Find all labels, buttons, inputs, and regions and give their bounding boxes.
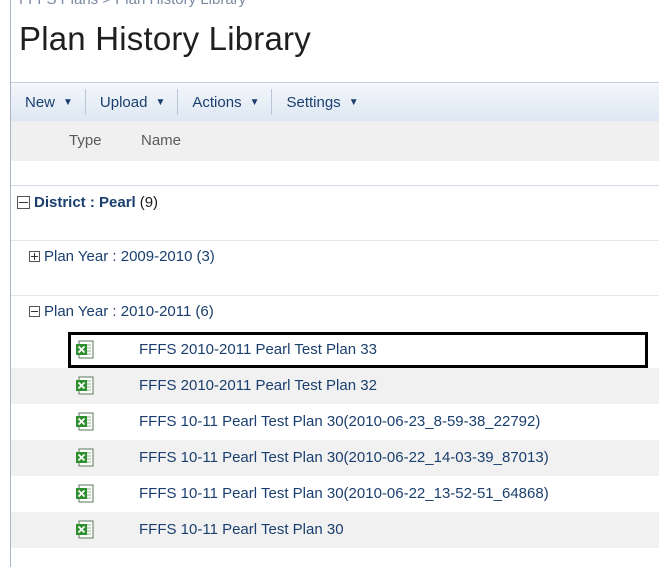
page-title: Plan History Library [19,20,311,57]
settings-button-label: Settings [286,93,341,111]
group-plan-year-2009-2010: Plan Year : 2009-2010 (3) [11,240,659,271]
column-header-name[interactable]: Name [141,132,181,149]
document-name-link[interactable]: FFFS 2010-2011 Pearl Test Plan 33 [139,341,377,358]
list-item[interactable]: FFFS 10-11 Pearl Test Plan 30 [11,512,659,548]
group-district: District : Pearl (9) [11,185,659,218]
group-district-label[interactable]: District : Pearl [34,194,136,211]
excel-file-icon[interactable] [75,376,95,396]
group-plan-year-count: (6) [195,302,214,320]
group-plan-year-label[interactable]: Plan Year : 2009-2010 [44,248,192,265]
list-item[interactable]: FFFS 10-11 Pearl Test Plan 30(2010-06-23… [11,404,659,440]
list-item[interactable]: FFFS 2010-2011 Pearl Test Plan 33 [11,332,659,368]
breadcrumb[interactable]: FFFS Plans > Plan History Library [19,0,246,8]
actions-menu-button[interactable]: Actions ▼ [178,83,271,121]
column-header-type[interactable]: Type [69,132,102,149]
list-item[interactable]: FFFS 10-11 Pearl Test Plan 30(2010-06-22… [11,476,659,512]
document-name-link[interactable]: FFFS 10-11 Pearl Test Plan 30(2010-06-22… [139,485,549,502]
group-plan-year-label[interactable]: Plan Year : 2010-2011 [44,303,191,320]
excel-file-icon[interactable] [75,340,95,360]
collapse-minus-icon[interactable] [29,305,40,317]
excel-file-icon[interactable] [75,448,95,468]
caret-down-icon: ▼ [249,96,260,108]
document-name-link[interactable]: FFFS 2010-2011 Pearl Test Plan 32 [139,377,377,394]
caret-down-icon: ▼ [348,96,359,108]
upload-button-label: Upload [99,93,148,111]
column-header-row: Type Name [11,121,659,161]
expand-plus-icon[interactable] [29,250,40,262]
upload-menu-button[interactable]: Upload ▼ [86,83,177,121]
group-district-count: (9) [139,193,159,211]
list-item[interactable]: FFFS 10-11 Pearl Test Plan 30(2010-06-22… [11,440,659,476]
group-plan-year-2010-2011: Plan Year : 2010-2011 (6) [11,295,659,326]
actions-button-label: Actions [192,93,242,111]
new-button-label: New [25,93,56,111]
document-name-link[interactable]: FFFS 10-11 Pearl Test Plan 30(2010-06-23… [139,413,540,430]
excel-file-icon[interactable] [75,520,95,540]
excel-file-icon[interactable] [75,412,95,432]
settings-menu-button[interactable]: Settings ▼ [272,83,370,121]
excel-file-icon[interactable] [75,484,95,504]
new-menu-button[interactable]: New ▼ [11,83,85,121]
list-item[interactable]: FFFS 2010-2011 Pearl Test Plan 32 [11,368,659,404]
caret-down-icon: ▼ [155,96,166,108]
toolbar: New ▼ Upload ▼ Actions ▼ Settings ▼ [11,82,659,122]
caret-down-icon: ▼ [63,96,73,108]
collapse-minus-icon[interactable] [17,195,30,209]
document-name-link[interactable]: FFFS 10-11 Pearl Test Plan 30(2010-06-22… [139,449,549,466]
group-plan-year-count: (3) [196,247,215,265]
library-frame: FFFS Plans > Plan History Library Plan H… [10,0,659,567]
document-name-link[interactable]: FFFS 10-11 Pearl Test Plan 30 [139,521,344,538]
